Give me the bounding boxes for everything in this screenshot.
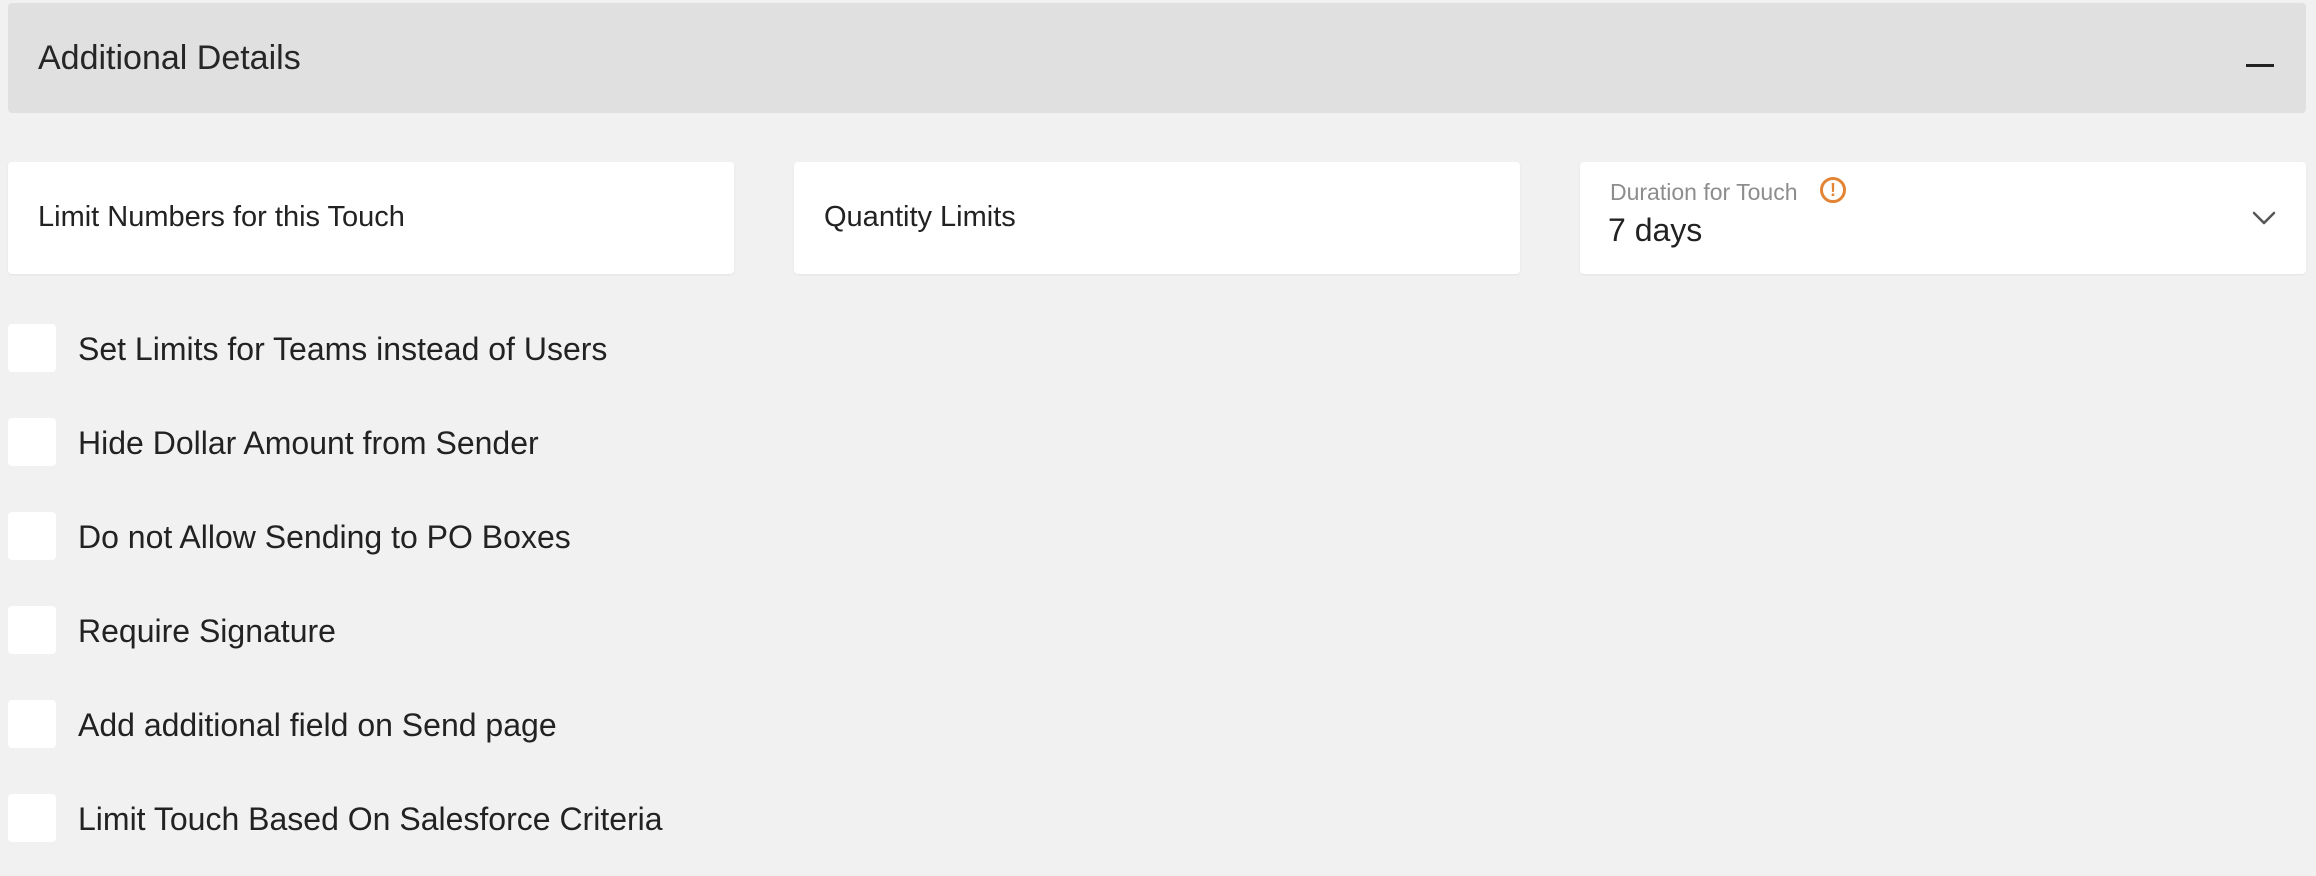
require-signature-checkbox[interactable]: [8, 606, 56, 654]
duration-value: 7 days: [1608, 212, 1703, 248]
quantity-limits-field[interactable]: Quantity Limits: [794, 162, 1520, 274]
duration-label: Duration for Touch: [1610, 179, 1798, 205]
no-po-boxes-checkbox[interactable]: [8, 512, 56, 560]
checkbox-label: Require Signature: [78, 613, 336, 649]
info-icon[interactable]: !: [1820, 177, 1846, 203]
checkbox-label: Do not Allow Sending to PO Boxes: [78, 519, 571, 555]
quantity-limits-label: Quantity Limits: [824, 201, 1016, 233]
checkbox-label: Limit Touch Based On Salesforce Criteria: [78, 801, 663, 837]
minus-icon[interactable]: [2244, 41, 2276, 73]
chevron-down-icon[interactable]: [2250, 204, 2278, 232]
additional-field-checkbox[interactable]: [8, 700, 56, 748]
limit-numbers-field[interactable]: Limit Numbers for this Touch: [8, 162, 734, 274]
checkbox-label: Hide Dollar Amount from Sender: [78, 425, 539, 461]
checkbox-label: Set Limits for Teams instead of Users: [78, 331, 608, 367]
section-title: Additional Details: [38, 39, 301, 77]
limit-numbers-label: Limit Numbers for this Touch: [38, 201, 405, 233]
checkbox-label: Add additional field on Send page: [78, 707, 557, 743]
hide-dollar-amount-checkbox[interactable]: [8, 418, 56, 466]
salesforce-criteria-checkbox[interactable]: [8, 794, 56, 842]
duration-select[interactable]: Duration for Touch ! 7 days: [1580, 162, 2306, 274]
additional-details-header[interactable]: Additional Details: [8, 3, 2306, 113]
set-limits-teams-checkbox[interactable]: [8, 324, 56, 372]
